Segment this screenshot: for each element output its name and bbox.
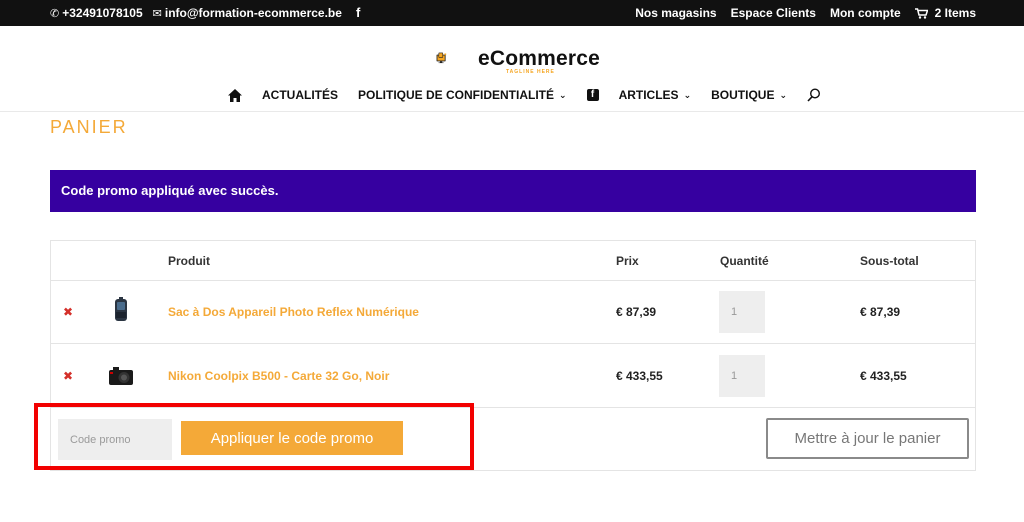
phone-link[interactable]: ✆ +32491078105 [50, 6, 143, 20]
facebook-icon[interactable]: f [356, 6, 366, 19]
nav-articles-label: ARTICLES [618, 88, 679, 102]
logo-graphic[interactable] [436, 38, 480, 78]
table-row: ✖ Nikon Coolpix B500 - Carte 32 Go, Noir… [51, 344, 975, 408]
nav-politique-label: POLITIQUE DE CONFIDENTIALITÉ [358, 88, 555, 102]
search-icon[interactable] [807, 88, 821, 102]
phone-icon: ✆ [50, 7, 60, 20]
link-nos-magasins[interactable]: Nos magasins [635, 6, 716, 20]
main-nav: ACTUALITÉS POLITIQUE DE CONFIDENTIALITÉ … [228, 88, 821, 102]
product-price: € 87,39 [616, 305, 657, 319]
quantity-input[interactable] [719, 355, 765, 397]
chevron-down-icon: ⌄ [559, 89, 567, 100]
product-price: € 433,55 [616, 369, 663, 383]
nav-boutique-label: BOUTIQUE [711, 88, 775, 102]
logo-tagline: TAGLINE HERE [506, 69, 555, 75]
page-title: PANIER [50, 117, 128, 137]
update-cart-button[interactable]: Mettre à jour le panier [766, 418, 969, 459]
product-subtotal: € 87,39 [860, 305, 901, 319]
link-mon-compte[interactable]: Mon compte [830, 6, 901, 20]
product-subtotal: € 433,55 [860, 369, 907, 383]
nav-boutique[interactable]: BOUTIQUE ⌄ [711, 88, 787, 102]
header-product: Produit [168, 254, 210, 268]
highlight-box [34, 403, 474, 470]
site-header: eCommerce TAGLINE HERE ACTUALITÉS POLITI… [0, 26, 1024, 112]
quantity-input[interactable] [719, 291, 765, 333]
cart-header-row: Produit Prix Quantité Sous-total [51, 241, 975, 281]
email-link[interactable]: ✉ info@formation-ecommerce.be [153, 6, 342, 20]
chevron-down-icon: ⌄ [683, 89, 692, 100]
cart-link[interactable]: 2 Items [914, 6, 976, 20]
product-link[interactable]: Nikon Coolpix B500 - Carte 32 Go, Noir [168, 369, 389, 383]
header-subtotal: Sous-total [860, 254, 919, 268]
phone-number: +32491078105 [62, 6, 143, 20]
link-espace-clients[interactable]: Espace Clients [731, 6, 816, 20]
cart-icon [914, 7, 928, 19]
facebook-icon[interactable]: f [586, 89, 599, 101]
nav-articles[interactable]: ARTICLES ⌄ [619, 88, 692, 102]
nav-politique[interactable]: POLITIQUE DE CONFIDENTIALITÉ ⌄ [358, 88, 567, 102]
header-price: Prix [616, 254, 639, 268]
remove-item-icon[interactable]: ✖ [63, 305, 73, 319]
top-bar-links: Nos magasins Espace Clients Mon compte 2… [635, 6, 976, 20]
top-bar-contact: ✆ +32491078105 ✉ info@formation-ecommerc… [50, 6, 366, 20]
camera-icon[interactable] [107, 362, 135, 390]
chevron-down-icon: ⌄ [779, 89, 787, 100]
table-row: ✖ Sac à Dos Appareil Photo Reflex Numéri… [51, 281, 975, 344]
nav-actualites-label: ACTUALITÉS [262, 88, 338, 102]
backpack-icon[interactable] [107, 296, 135, 324]
email-address: info@formation-ecommerce.be [164, 6, 342, 20]
cart-count: 2 Items [934, 6, 976, 20]
top-bar: ✆ +32491078105 ✉ info@formation-ecommerc… [0, 0, 1024, 26]
remove-item-icon[interactable]: ✖ [63, 369, 73, 383]
home-icon[interactable] [228, 88, 242, 102]
success-notice-text: Code promo appliqué avec succès. [61, 183, 279, 198]
header-quantity: Quantité [720, 254, 769, 268]
nav-actualites[interactable]: ACTUALITÉS [262, 88, 338, 102]
success-notice: Code promo appliqué avec succès. [50, 170, 976, 212]
envelope-icon: ✉ [152, 7, 162, 20]
product-link[interactable]: Sac à Dos Appareil Photo Reflex Numériqu… [168, 305, 419, 319]
logo-text[interactable]: eCommerce [478, 47, 600, 71]
